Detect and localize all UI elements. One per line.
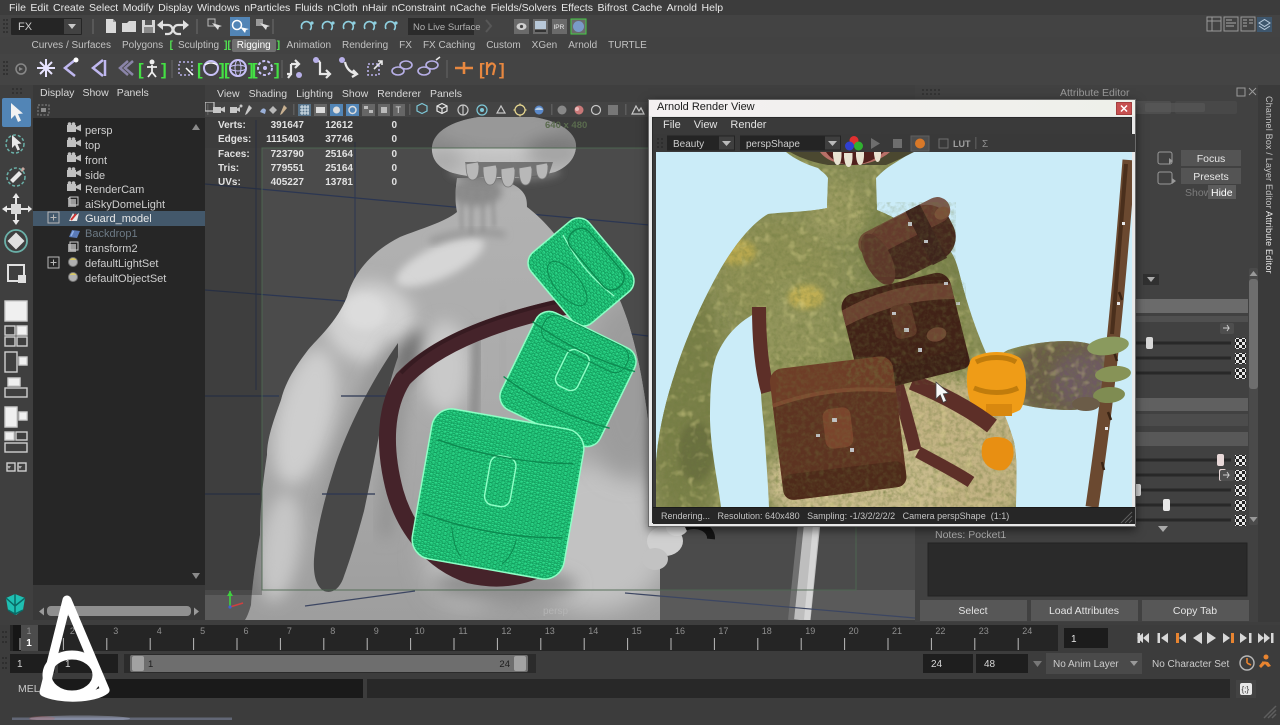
svg-text:9: 9 [374, 626, 379, 636]
svg-text:]: ] [161, 60, 167, 79]
svg-text:Focus: Focus [1197, 153, 1226, 165]
svg-text:1: 1 [1071, 634, 1077, 645]
svg-text:[: [ [252, 60, 258, 79]
svg-text:aiSkyDomeLight: aiSkyDomeLight [85, 199, 165, 211]
svg-text:640 x 480: 640 x 480 [545, 120, 587, 131]
svg-text:14: 14 [588, 626, 598, 636]
svg-text:10: 10 [415, 626, 425, 636]
svg-text:{;}: {;} [1242, 685, 1250, 694]
svg-text:0: 0 [391, 149, 397, 160]
svg-text:Load Attributes: Load Attributes [1049, 605, 1119, 617]
svg-text:Backdrop1: Backdrop1 [85, 228, 138, 240]
svg-text:20: 20 [849, 626, 859, 636]
svg-text:Guard_model: Guard_model [85, 213, 152, 225]
svg-text:[: [ [138, 60, 144, 79]
svg-text:[: [ [479, 60, 485, 79]
svg-text:No Anim Layer: No Anim Layer [1053, 659, 1119, 670]
svg-text:Tris:: Tris: [218, 163, 239, 174]
svg-text:Select: Select [958, 605, 987, 617]
svg-text:]: ] [274, 60, 280, 79]
svg-text:24: 24 [931, 659, 943, 670]
svg-text:side: side [85, 170, 105, 182]
svg-text:16: 16 [675, 626, 685, 636]
svg-text:LUT: LUT [953, 139, 971, 149]
svg-text:Attribute Editor: Attribute Editor [1060, 87, 1130, 99]
svg-text:Copy Tab: Copy Tab [1173, 605, 1217, 617]
svg-text:top: top [85, 140, 100, 152]
svg-text:23: 23 [979, 626, 989, 636]
svg-text:7: 7 [287, 626, 292, 636]
svg-text:front: front [85, 155, 107, 167]
svg-text:perspShape: perspShape [746, 139, 800, 150]
svg-text:37746: 37746 [325, 134, 353, 145]
svg-text:12612: 12612 [325, 120, 353, 131]
svg-text:0: 0 [391, 177, 397, 188]
svg-text:0: 0 [391, 120, 397, 131]
svg-text:Notes: Pocket1: Notes: Pocket1 [935, 529, 1006, 541]
svg-text:1: 1 [148, 659, 153, 670]
svg-text:11: 11 [458, 626, 467, 636]
svg-text:Beauty: Beauty [673, 139, 704, 150]
svg-text:13781: 13781 [325, 177, 353, 188]
svg-text:25164: 25164 [325, 149, 353, 160]
svg-text:18: 18 [762, 626, 772, 636]
svg-text:Hide: Hide [1211, 187, 1233, 199]
svg-text:17: 17 [718, 626, 728, 636]
svg-text:No Live Surface: No Live Surface [413, 22, 481, 33]
svg-text:4: 4 [157, 626, 162, 636]
svg-text:405227: 405227 [271, 177, 305, 188]
svg-text:T: T [396, 105, 402, 115]
svg-text:Show: Show [1185, 187, 1212, 199]
svg-text:48: 48 [984, 659, 996, 670]
svg-text:24: 24 [499, 659, 510, 670]
svg-text:]: ] [499, 60, 505, 79]
svg-text:5: 5 [200, 626, 205, 636]
svg-text:Faces:: Faces: [218, 149, 250, 160]
svg-text:Presets: Presets [1193, 171, 1229, 183]
svg-text:Edges:: Edges: [218, 134, 251, 145]
svg-text:21: 21 [892, 626, 902, 636]
svg-text:RenderCam: RenderCam [85, 184, 144, 196]
svg-text:persp: persp [543, 606, 568, 617]
svg-text:12: 12 [501, 626, 511, 636]
svg-text:19: 19 [805, 626, 815, 636]
svg-text:13: 13 [545, 626, 555, 636]
svg-text:24: 24 [1022, 626, 1032, 636]
svg-text:Verts:: Verts: [218, 120, 246, 131]
svg-text:defaultLightSet: defaultLightSet [85, 258, 158, 270]
svg-text:No Character Set: No Character Set [1152, 659, 1229, 670]
svg-text:0: 0 [391, 134, 397, 145]
svg-text:391647: 391647 [271, 120, 305, 131]
svg-text:transform2: transform2 [85, 243, 138, 255]
svg-text:UVs:: UVs: [218, 177, 241, 188]
svg-text:6: 6 [243, 626, 248, 636]
svg-text:22: 22 [935, 626, 945, 636]
svg-text:25164: 25164 [325, 163, 353, 174]
svg-text:723790: 723790 [271, 149, 305, 160]
svg-text:Σ: Σ [982, 139, 988, 150]
svg-text:8: 8 [330, 626, 335, 636]
svg-text:15: 15 [632, 626, 642, 636]
svg-text:FX: FX [18, 21, 33, 33]
svg-text:1115403: 1115403 [266, 134, 304, 145]
svg-text:[: [ [224, 60, 230, 79]
svg-text:0: 0 [391, 163, 397, 174]
svg-text:779551: 779551 [271, 163, 305, 174]
svg-text:IPR: IPR [554, 24, 565, 31]
svg-text:defaultObjectSet: defaultObjectSet [85, 273, 166, 285]
svg-text:persp: persp [85, 125, 113, 137]
svg-text:[: [ [197, 60, 203, 79]
